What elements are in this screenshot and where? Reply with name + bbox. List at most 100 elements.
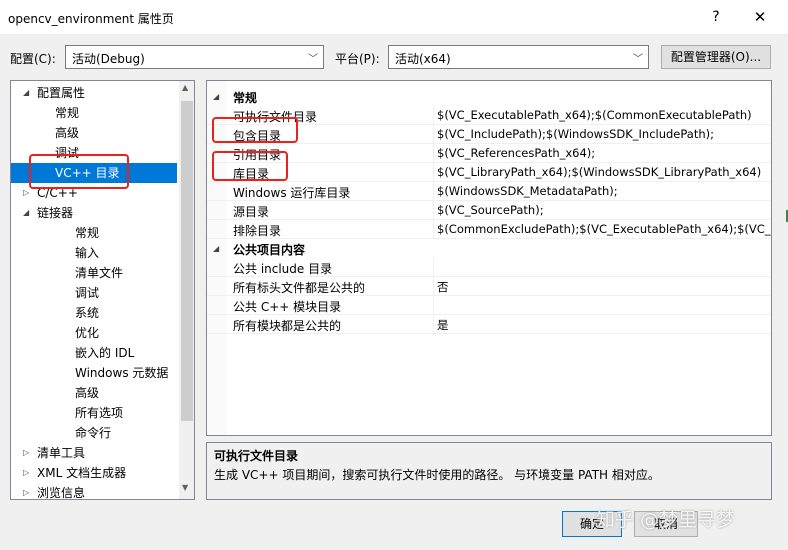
property-name: 排除目录	[233, 224, 282, 238]
tree-item[interactable]: 高级	[75, 383, 99, 403]
property-row[interactable]: 所有标头文件都是公共的 否	[207, 277, 771, 296]
collapsed-arrow-icon[interactable]: ▷	[23, 463, 33, 483]
tree-item-label: 调试	[75, 286, 100, 300]
property-row[interactable]: Windows 运行库目录 $(WindowsSDK_MetadataPath);	[207, 182, 771, 201]
title-bar: opencv_environment 属性页 ? ✕	[0, 0, 788, 34]
property-name: 库目录	[233, 167, 270, 181]
property-name: 可执行文件目录	[233, 110, 318, 124]
description-pane: 可执行文件目录 生成 VC++ 项目期间，搜索可执行文件时使用的路径。 与环境变…	[206, 442, 772, 500]
tree-item[interactable]: 清单文件	[75, 263, 123, 283]
property-value[interactable]: $(VC_IncludePath);$(WindowsSDK_IncludePa…	[437, 127, 714, 141]
scrollbar-thumb[interactable]	[181, 101, 193, 421]
tree-item[interactable]: 调试	[75, 283, 99, 303]
property-name: 公共 C++ 模块目录	[233, 300, 342, 314]
column-divider[interactable]	[433, 163, 434, 182]
tree-item[interactable]: Windows 元数据	[75, 363, 168, 383]
help-button[interactable]: ?	[706, 7, 726, 27]
tree-item-label: 嵌入的 IDL	[75, 346, 135, 360]
column-divider[interactable]	[433, 258, 434, 277]
property-row[interactable]: 公共 include 目录	[207, 258, 771, 277]
tree-item[interactable]: 高级	[55, 123, 79, 143]
tree-item-label: 清单文件	[75, 266, 124, 280]
column-divider[interactable]	[433, 296, 434, 315]
tree-item[interactable]: 优化	[75, 323, 99, 343]
property-row[interactable]: 排除目录 $(CommonExcludePath);$(VC_Executable…	[207, 220, 771, 239]
description-text: 生成 VC++ 项目期间，搜索可执行文件时使用的路径。 与环境变量 PATH 相…	[214, 468, 660, 482]
column-divider[interactable]	[433, 144, 434, 163]
tree-item[interactable]: 常规	[75, 223, 99, 243]
expanded-arrow-icon[interactable]: ◢	[213, 87, 223, 107]
tree-item[interactable]: VC++ 目录	[11, 163, 177, 183]
tree-item-label: VC++ 目录	[55, 166, 120, 180]
property-row[interactable]: 公共 C++ 模块目录	[207, 296, 771, 315]
tree-item[interactable]: 链接器	[37, 203, 73, 223]
category-label: 公共项目内容	[233, 243, 306, 257]
tree-scrollbar[interactable]: ▲ ▼	[179, 81, 194, 499]
scroll-up-icon[interactable]: ▲	[182, 83, 188, 92]
tree-item[interactable]: 命令行	[75, 423, 111, 443]
property-row[interactable]: 源目录 $(VC_SourcePath);	[207, 201, 771, 220]
property-value[interactable]: $(CommonExcludePath);$(VC_ExecutablePath…	[437, 222, 771, 236]
grid-category[interactable]: ◢ 常规	[207, 87, 771, 107]
property-value[interactable]: $(VC_SourcePath);	[437, 203, 544, 217]
tree-item[interactable]: 所有选项	[75, 403, 123, 423]
tree-item[interactable]: 浏览信息	[37, 483, 86, 500]
property-grid[interactable]: ◢ 常规可执行文件目录 $(VC_ExecutablePath_x64);$(Com…	[206, 80, 772, 436]
collapsed-arrow-icon[interactable]: ▷	[23, 183, 33, 203]
property-row[interactable]: 库目录 $(VC_LibraryPath_x64);$(WindowsSDK_Li…	[207, 163, 771, 182]
column-divider[interactable]	[433, 182, 434, 201]
scroll-down-icon[interactable]: ▼	[182, 483, 188, 492]
chevron-down-icon: ﹀	[308, 54, 318, 65]
watermark: 知乎 @梦里寻梦	[596, 509, 736, 531]
tree-item-label: 命令行	[75, 426, 112, 440]
chevron-down-icon: ﹀	[633, 54, 643, 65]
property-row[interactable]: 所有模块都是公共的 是	[207, 315, 771, 334]
collapsed-arrow-icon[interactable]: ▷	[23, 443, 33, 463]
property-value[interactable]: 是	[437, 317, 449, 333]
tree-item[interactable]: 调试	[55, 143, 79, 163]
expanded-arrow-icon[interactable]: ◢	[23, 83, 33, 103]
expanded-arrow-icon[interactable]: ◢	[213, 239, 223, 259]
close-button[interactable]: ✕	[748, 7, 772, 27]
tree-item[interactable]: 配置属性	[37, 83, 85, 103]
property-value[interactable]: $(VC_ReferencesPath_x64);	[437, 146, 595, 160]
tree-item[interactable]: 输入	[75, 243, 99, 263]
tree-item-label: 浏览信息	[37, 486, 86, 500]
column-divider[interactable]	[433, 201, 434, 220]
property-value[interactable]: $(WindowsSDK_MetadataPath);	[437, 184, 618, 198]
tree-item[interactable]: XML 文档生成器	[37, 463, 126, 483]
tree-item-label: Windows 元数据	[75, 366, 169, 380]
property-row[interactable]: 包含目录 $(VC_IncludePath);$(WindowsSDK_Inclu…	[207, 125, 771, 144]
tree-item-label: 配置属性	[37, 86, 86, 100]
property-value[interactable]: $(VC_LibraryPath_x64);$(WindowsSDK_Libra…	[437, 165, 761, 179]
description-title: 可执行文件目录	[214, 449, 299, 463]
column-divider[interactable]	[433, 277, 434, 296]
property-row[interactable]: 可执行文件目录 $(VC_ExecutablePath_x64);$(Common…	[207, 106, 771, 125]
property-value[interactable]: 否	[437, 279, 449, 295]
expanded-arrow-icon[interactable]: ◢	[23, 203, 33, 223]
tree-item-label: 调试	[55, 146, 80, 160]
tree-item[interactable]: 系统	[75, 303, 99, 323]
tree-item[interactable]: 常规	[55, 103, 79, 123]
tree-item[interactable]: C/C++	[37, 183, 78, 203]
tree-item[interactable]: 嵌入的 IDL	[75, 343, 134, 363]
property-name: 包含目录	[233, 129, 282, 143]
column-divider[interactable]	[433, 315, 434, 334]
tree-item[interactable]: 清单工具	[37, 443, 85, 463]
tree-item-label: 高级	[55, 126, 80, 140]
grid-category[interactable]: ◢ 公共项目内容	[207, 239, 771, 259]
tree-item-label: 输入	[75, 246, 100, 260]
property-name: 所有模块都是公共的	[233, 319, 342, 333]
property-value[interactable]: $(VC_ExecutablePath_x64);$(CommonExecuta…	[437, 108, 752, 122]
config-select[interactable]: 活动(Debug) ﹀	[65, 45, 324, 69]
column-divider[interactable]	[433, 106, 434, 125]
column-divider[interactable]	[433, 220, 434, 239]
tree-item-label: XML 文档生成器	[37, 466, 127, 480]
column-divider[interactable]	[433, 125, 434, 144]
tree-item-label: 常规	[55, 106, 80, 120]
property-row[interactable]: 引用目录 $(VC_ReferencesPath_x64);	[207, 144, 771, 163]
property-tree[interactable]: ▲ ▼ 配置属性 ◢ 常规 高级 调试 VC++ 目录 C/C++ ▷ 链接器 ◢ 常规 输入 清单文件…	[10, 80, 195, 500]
platform-select[interactable]: 活动(x64) ﹀	[388, 45, 649, 69]
collapsed-arrow-icon[interactable]: ▷	[23, 483, 33, 499]
config-manager-button[interactable]: 配置管理器(O)...	[661, 45, 771, 69]
